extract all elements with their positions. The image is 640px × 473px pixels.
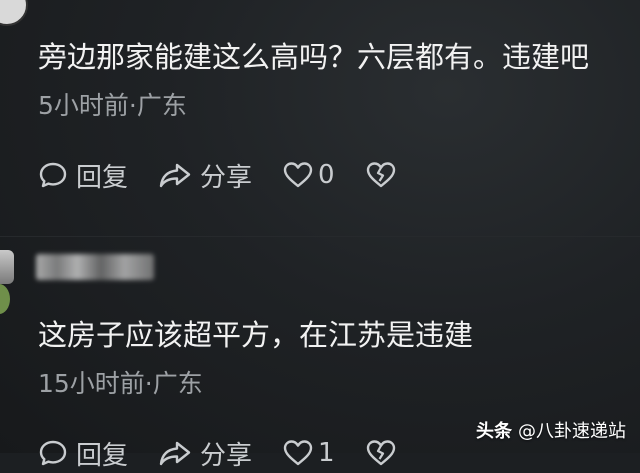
broken-heart-icon xyxy=(365,438,397,468)
share-button[interactable]: 分享 xyxy=(158,157,252,194)
comment-actions: 回复 分享 0 xyxy=(38,155,427,195)
comment-bubble-icon xyxy=(38,160,68,190)
comment-bubble-icon xyxy=(38,438,68,468)
comment-text: 这房子应该超平方，在江苏是违建 xyxy=(38,318,474,352)
like-count: 0 xyxy=(318,160,335,190)
divider xyxy=(0,236,640,237)
username-blurred[interactable] xyxy=(36,254,154,280)
reply-label: 回复 xyxy=(76,440,129,471)
like-button[interactable]: 1 xyxy=(282,438,335,468)
dislike-button[interactable] xyxy=(365,160,397,190)
watermark: 头条 @八卦速递站 xyxy=(476,417,626,443)
comment-meta: 5小时前·广东 xyxy=(38,91,187,120)
share-button[interactable]: 分享 xyxy=(158,435,252,472)
watermark-handle: @八卦速递站 xyxy=(518,421,626,442)
avatar[interactable] xyxy=(0,250,14,284)
comment-actions: 回复 分享 1 xyxy=(38,433,427,473)
heart-icon xyxy=(282,160,314,190)
reply-button[interactable]: 回复 xyxy=(38,157,128,194)
reply-label: 回复 xyxy=(76,162,129,193)
comment-meta: 15小时前·广东 xyxy=(38,369,203,398)
like-count: 1 xyxy=(318,438,335,468)
share-arrow-icon xyxy=(158,438,192,468)
share-label: 分享 xyxy=(200,162,253,193)
comment-text: 旁边那家能建这么高吗？六层都有。违建吧 xyxy=(38,40,590,74)
like-button[interactable]: 0 xyxy=(282,160,335,190)
dislike-button[interactable] xyxy=(365,438,397,468)
reply-button[interactable]: 回复 xyxy=(38,435,128,472)
watermark-brand: 头条 xyxy=(476,421,512,442)
heart-icon xyxy=(282,438,314,468)
share-label: 分享 xyxy=(200,440,253,471)
share-arrow-icon xyxy=(158,160,192,190)
broken-heart-icon xyxy=(365,160,397,190)
